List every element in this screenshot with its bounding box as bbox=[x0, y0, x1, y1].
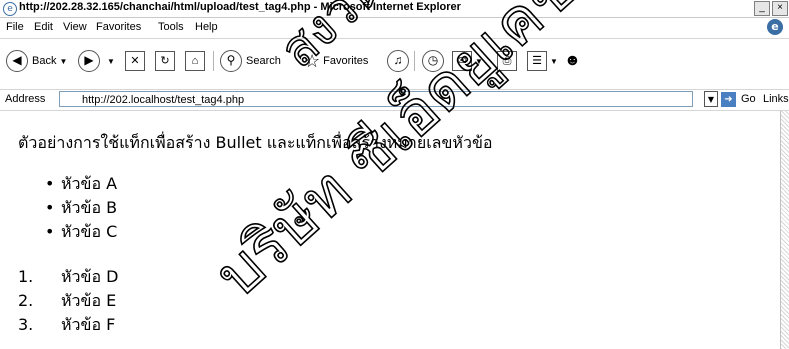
forward-button[interactable]: ▶ ▼ bbox=[78, 49, 115, 73]
windows-logo-icon: e bbox=[767, 19, 783, 35]
edit-button[interactable]: ☰ ▼ bbox=[527, 49, 558, 73]
page-content: ตัวอย่างการใช้แท็กเพื่อสร้าง Bullet และแ… bbox=[0, 111, 780, 349]
favorites-button[interactable]: ☆ Favorites bbox=[304, 49, 368, 73]
messenger-button[interactable]: ☻ bbox=[564, 49, 581, 73]
list-item-text: หัวข้อ F bbox=[61, 315, 116, 334]
vertical-scrollbar[interactable] bbox=[780, 111, 789, 349]
history-button[interactable]: ◷ bbox=[422, 49, 448, 73]
list-item-text: หัวข้อ E bbox=[61, 291, 117, 310]
menu-help[interactable]: Help bbox=[195, 21, 218, 33]
menu-file[interactable]: File bbox=[6, 21, 24, 33]
mail-dropdown-icon[interactable]: ▼ bbox=[475, 57, 483, 66]
list-item: หัวข้อ B bbox=[45, 196, 117, 220]
stop-button[interactable]: ✕ bbox=[125, 49, 145, 73]
search-button[interactable]: ⚲ Search bbox=[220, 49, 281, 73]
menu-edit[interactable]: Edit bbox=[34, 21, 53, 33]
address-bar: Address http://202.localhost/test_tag4.p… bbox=[0, 90, 789, 111]
window-controls: _ × bbox=[753, 0, 789, 17]
list-item: 3. หัวข้อ F bbox=[18, 313, 118, 337]
back-arrow-icon: ◀ bbox=[6, 50, 28, 72]
edit-dropdown-icon[interactable]: ▼ bbox=[550, 57, 558, 66]
mail-icon: ✉ bbox=[452, 51, 472, 71]
toolbar-separator bbox=[213, 51, 214, 71]
close-button[interactable]: × bbox=[772, 1, 788, 16]
go-button[interactable]: Go bbox=[741, 93, 756, 105]
toolbar: ◀ Back ▼ ▶ ▼ ✕ ↻ ⌂ ⚲ Search ☆ Favorites … bbox=[0, 39, 789, 90]
list-item: 1. หัวข้อ D bbox=[18, 265, 118, 289]
forward-arrow-icon: ▶ bbox=[78, 50, 100, 72]
back-label: Back bbox=[32, 55, 57, 67]
minimize-button[interactable]: _ bbox=[754, 1, 770, 16]
menu-bar: File Edit View Favorites Tools Help e bbox=[0, 18, 789, 39]
menu-view[interactable]: View bbox=[63, 21, 87, 33]
back-button[interactable]: ◀ Back ▼ bbox=[6, 49, 67, 73]
mail-button[interactable]: ✉ ▼ bbox=[452, 49, 483, 73]
go-arrow-icon[interactable]: ➜ bbox=[721, 92, 736, 107]
list-item-text: หัวข้อ D bbox=[61, 267, 119, 286]
title-bar: e http://202.28.32.165/chanchai/html/upl… bbox=[0, 0, 789, 18]
bullet-list: หัวข้อ A หัวข้อ B หัวข้อ C bbox=[45, 172, 117, 244]
list-item: 2. หัวข้อ E bbox=[18, 289, 118, 313]
home-icon: ⌂ bbox=[185, 51, 205, 71]
print-button[interactable]: ⎙ bbox=[497, 49, 517, 73]
history-icon: ◷ bbox=[422, 50, 444, 72]
list-number: 3. bbox=[18, 315, 34, 334]
toolbar-separator-2 bbox=[414, 51, 415, 71]
messenger-icon: ☻ bbox=[564, 52, 581, 69]
list-item: หัวข้อ C bbox=[45, 220, 117, 244]
address-input[interactable]: http://202.localhost/test_tag4.php bbox=[59, 91, 693, 107]
window-title: http://202.28.32.165/chanchai/html/uploa… bbox=[19, 1, 461, 13]
numbered-list: 1. หัวข้อ D 2. หัวข้อ E 3. หัวข้อ F bbox=[18, 265, 118, 337]
print-icon: ⎙ bbox=[497, 51, 517, 71]
media-button[interactable]: ♫ bbox=[387, 49, 413, 73]
page-heading: ตัวอย่างการใช้แท็กเพื่อสร้าง Bullet และแ… bbox=[18, 133, 493, 152]
forward-dropdown-icon[interactable]: ▼ bbox=[107, 57, 115, 66]
menu-favorites[interactable]: Favorites bbox=[96, 21, 141, 33]
favorites-label: Favorites bbox=[323, 55, 369, 67]
edit-icon: ☰ bbox=[527, 51, 547, 71]
address-dropdown-icon[interactable]: ▼ bbox=[704, 91, 718, 107]
media-icon: ♫ bbox=[387, 50, 409, 72]
search-icon: ⚲ bbox=[220, 50, 242, 72]
menu-tools[interactable]: Tools bbox=[158, 21, 184, 33]
favorites-star-icon: ☆ bbox=[304, 50, 321, 71]
home-button[interactable]: ⌂ bbox=[185, 49, 205, 73]
links-button[interactable]: Links bbox=[763, 93, 789, 105]
ie-page-icon: e bbox=[3, 2, 17, 16]
list-item: หัวข้อ A bbox=[45, 172, 117, 196]
refresh-icon: ↻ bbox=[155, 51, 175, 71]
list-number: 2. bbox=[18, 291, 34, 310]
stop-icon: ✕ bbox=[125, 51, 145, 71]
list-number: 1. bbox=[18, 267, 34, 286]
back-dropdown-icon[interactable]: ▼ bbox=[59, 57, 67, 66]
search-label: Search bbox=[246, 55, 281, 67]
refresh-button[interactable]: ↻ bbox=[155, 49, 175, 73]
address-label: Address bbox=[5, 93, 46, 105]
